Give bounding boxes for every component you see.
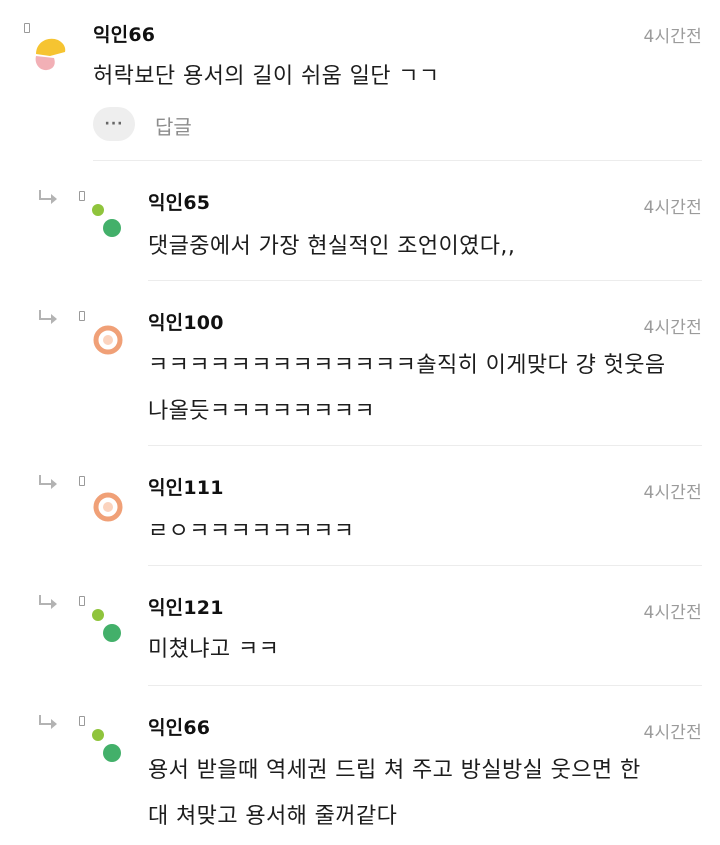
reply-arrow-icon xyxy=(39,310,57,324)
reply-comment-5: 익인66 4시간전 용서 받을때 역세권 드립 쳐 주고 방실방실 웃으면 한 … xyxy=(0,685,720,845)
comment-author: 익인66 xyxy=(148,717,211,739)
yellow-pink-blob-avatar-icon xyxy=(35,38,66,71)
green-dots-avatar-icon xyxy=(92,204,121,237)
comment-timestamp: 4시간전 xyxy=(643,27,702,47)
comment-timestamp: 4시간전 xyxy=(643,723,702,743)
comment-author: 익인65 xyxy=(148,192,211,214)
comment-timestamp: 4시간전 xyxy=(643,318,702,338)
comment-marker-icon xyxy=(24,23,30,33)
reply-comment-4: 익인121 4시간전 미쳤냐고 ㅋㅋ xyxy=(0,565,720,685)
reply-button[interactable]: 답글 xyxy=(155,111,192,140)
more-options-button[interactable]: ··· xyxy=(93,107,135,141)
comment-text-line-1: 용서 받을때 역세권 드립 쳐 주고 방실방실 웃으면 한 xyxy=(148,758,641,783)
reply-arrow-icon xyxy=(39,715,57,729)
comment-author: 익인100 xyxy=(148,312,224,334)
comment-text-line-1: ㅋㅋㅋㅋㅋㅋㅋㅋㅋㅋㅋㅋㅋ솔직히 이게맞다 걍 헛웃음 xyxy=(148,353,666,378)
reply-arrow-icon xyxy=(39,190,57,204)
comment-text: 미쳤냐고 ㅋㅋ xyxy=(148,637,280,662)
reply-arrow-icon xyxy=(39,475,57,489)
comment-text-line-2: 나올듯ㅋㅋㅋㅋㅋㅋㅋㅋ xyxy=(148,399,376,424)
comment-timestamp: 4시간전 xyxy=(643,198,702,218)
reply-comment-3: 익인111 4시간전 ㄹㅇㅋㅋㅋㅋㅋㅋㅋㅋ xyxy=(0,445,720,565)
comment-author: 익인111 xyxy=(148,477,224,499)
green-dots-avatar-icon xyxy=(92,609,121,642)
orange-ring-avatar-icon xyxy=(93,325,123,355)
reply-comment-1: 익인65 4시간전 댓글중에서 가장 현실적인 조언이였다,, xyxy=(0,160,720,280)
comment-marker-icon xyxy=(79,596,85,606)
green-dots-avatar-icon xyxy=(92,729,121,762)
comment-author: 익인121 xyxy=(148,597,224,619)
comment-timestamp: 4시간전 xyxy=(643,483,702,503)
comment-text: 댓글중에서 가장 현실적인 조언이였다,, xyxy=(148,234,516,259)
comment-timestamp: 4시간전 xyxy=(643,603,702,623)
comment-marker-icon xyxy=(79,191,85,201)
comment-text-line-2: 대 쳐맞고 용서해 줄꺼같다 xyxy=(148,804,398,829)
comment-text: ㄹㅇㅋㅋㅋㅋㅋㅋㅋㅋ xyxy=(148,519,355,544)
orange-ring-avatar-icon xyxy=(93,492,123,522)
comment-marker-icon xyxy=(79,311,85,321)
comment-text: 허락보단 용서의 길이 쉬움 일단 ㄱㄱ xyxy=(93,64,440,89)
comment-author: 익인66 xyxy=(93,24,156,46)
comment-marker-icon xyxy=(79,476,85,486)
comment-marker-icon xyxy=(79,716,85,726)
reply-arrow-icon xyxy=(39,595,57,609)
comment-1: 익인66 4시간전 허락보단 용서의 길이 쉬움 일단 ㄱㄱ ··· 답글 xyxy=(0,0,720,160)
reply-comment-2: 익인100 4시간전 ㅋㅋㅋㅋㅋㅋㅋㅋㅋㅋㅋㅋㅋ솔직히 이게맞다 걍 헛웃음 나… xyxy=(0,280,720,445)
